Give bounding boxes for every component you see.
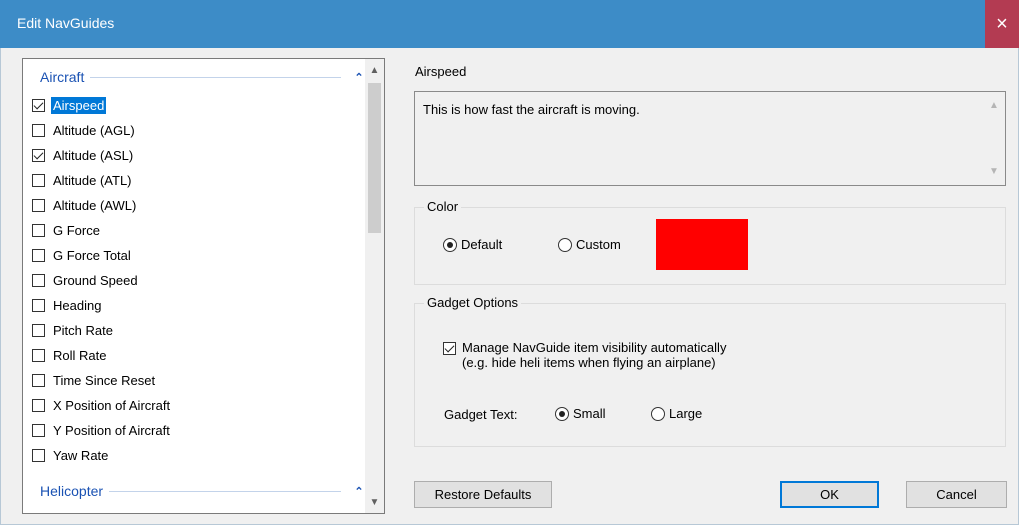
title-bar: Edit NavGuides × — [0, 0, 1019, 48]
manage-visibility-label: Manage NavGuide item visibility automati… — [462, 340, 726, 370]
radio-label: Small — [573, 406, 606, 421]
list-item-label: Altitude (AGL) — [53, 123, 135, 138]
item-title: Airspeed — [415, 64, 467, 79]
color-custom-radio[interactable]: Custom — [558, 237, 621, 252]
list-scrollbar[interactable]: ▲ ▼ — [365, 59, 384, 513]
manage-visibility-checkbox[interactable]: Manage NavGuide item visibility automati… — [443, 340, 726, 370]
color-legend: Color — [424, 199, 462, 214]
list-item[interactable]: Pitch Rate — [32, 318, 172, 343]
navguide-list[interactable]: Aircraft ⌃ Airspeed Altitude (AGL) Altitud… — [22, 58, 385, 514]
group-title: Aircraft — [40, 69, 85, 85]
radio-label: Large — [669, 406, 703, 421]
cancel-button[interactable]: Cancel — [906, 481, 1007, 508]
list-item[interactable]: Yaw Rate — [32, 443, 172, 468]
checkbox[interactable] — [443, 342, 456, 355]
close-icon: × — [996, 12, 1008, 35]
manage-visibility-line2: (e.g. hide heli items when flying an air… — [462, 355, 716, 370]
description-scrollbar[interactable]: ▲ ▼ — [986, 94, 1003, 183]
list-item[interactable]: Ground Speed — [32, 268, 172, 293]
list-item-label: X Position of Aircraft — [53, 398, 171, 413]
gadget-text-label: Gadget Text: — [444, 407, 518, 422]
list-item[interactable]: G Force Total — [32, 243, 172, 268]
list-item[interactable]: Time Since Reset — [32, 368, 172, 393]
gadget-options-group — [414, 303, 1006, 447]
list-item-label: Altitude (AWL) — [53, 198, 137, 213]
scroll-down-icon[interactable]: ▼ — [365, 493, 384, 511]
item-list: Airspeed Altitude (AGL) Altitude (ASL) Alti… — [32, 93, 172, 468]
list-item-label: Pitch Rate — [53, 323, 113, 338]
checkbox[interactable] — [32, 99, 45, 112]
color-swatch[interactable] — [656, 219, 748, 270]
checkbox[interactable] — [32, 224, 45, 237]
list-item[interactable]: Altitude (AGL) — [32, 118, 172, 143]
radio-button[interactable] — [555, 406, 569, 421]
chevron-up-icon[interactable]: ⌃ — [353, 71, 365, 84]
gadget-options-legend: Gadget Options — [424, 295, 522, 310]
restore-defaults-button[interactable]: Restore Defaults — [414, 481, 552, 508]
list-item[interactable]: Airspeed — [32, 93, 172, 118]
list-item-label: Airspeed — [51, 97, 107, 114]
list-item[interactable]: Roll Rate — [32, 343, 172, 368]
list-item[interactable]: Altitude (ATL) — [32, 168, 172, 193]
list-item-label: G Force Total — [53, 248, 131, 263]
window-title: Edit NavGuides — [17, 15, 115, 31]
checkbox[interactable] — [32, 399, 45, 412]
list-item-label: Y Position of Aircraft — [53, 423, 170, 438]
checkbox[interactable] — [32, 149, 45, 162]
checkbox[interactable] — [32, 174, 45, 187]
group-divider — [90, 76, 341, 78]
close-button[interactable]: × — [985, 0, 1019, 48]
checkbox[interactable] — [32, 324, 45, 337]
description-box[interactable]: This is how fast the aircraft is moving.… — [414, 91, 1006, 186]
list-item-label: Yaw Rate — [53, 448, 109, 463]
list-item-label: Heading — [53, 298, 102, 313]
checkbox[interactable] — [32, 124, 45, 137]
list-item[interactable]: Heading — [32, 293, 172, 318]
ok-button[interactable]: OK — [780, 481, 879, 508]
description-text: This is how fast the aircraft is moving. — [423, 102, 640, 117]
list-item[interactable]: Altitude (AWL) — [32, 193, 172, 218]
list-item-label: G Force — [53, 223, 100, 238]
chevron-up-icon[interactable]: ⌃ — [353, 485, 365, 498]
group-header-helicopter[interactable]: Helicopter ⌃ — [40, 481, 365, 501]
checkbox[interactable] — [32, 449, 45, 462]
radio-button[interactable] — [443, 237, 457, 252]
list-item-label: Time Since Reset — [53, 373, 156, 388]
scroll-thumb[interactable] — [368, 83, 381, 233]
list-item[interactable]: G Force — [32, 218, 172, 243]
list-item[interactable]: X Position of Aircraft — [32, 393, 172, 418]
radio-button[interactable] — [651, 406, 665, 421]
scroll-down-icon[interactable]: ▼ — [989, 166, 999, 177]
checkbox[interactable] — [32, 349, 45, 362]
list-item[interactable]: Y Position of Aircraft — [32, 418, 172, 443]
radio-button[interactable] — [558, 237, 572, 252]
list-item-label: Altitude (ATL) — [53, 173, 132, 188]
checkbox[interactable] — [32, 249, 45, 262]
checkbox[interactable] — [32, 424, 45, 437]
checkbox[interactable] — [32, 299, 45, 312]
checkbox[interactable] — [32, 274, 45, 287]
list-item-label: Ground Speed — [53, 273, 138, 288]
checkbox[interactable] — [32, 374, 45, 387]
gadget-large-radio[interactable]: Large — [651, 406, 702, 421]
group-title: Helicopter — [40, 483, 104, 499]
group-header-aircraft[interactable]: Aircraft ⌃ — [40, 67, 365, 87]
list-item-label: Roll Rate — [53, 348, 107, 363]
group-divider — [109, 490, 341, 492]
list-item-label: Altitude (ASL) — [53, 148, 134, 163]
radio-label: Default — [461, 237, 503, 252]
manage-visibility-line1: Manage NavGuide item visibility automati… — [462, 340, 727, 355]
scroll-up-icon[interactable]: ▲ — [365, 61, 384, 79]
radio-label: Custom — [576, 237, 621, 252]
color-default-radio[interactable]: Default — [443, 237, 502, 252]
list-item[interactable]: Altitude (ASL) — [32, 143, 172, 168]
checkbox[interactable] — [32, 199, 45, 212]
scroll-up-icon[interactable]: ▲ — [989, 100, 999, 111]
gadget-small-radio[interactable]: Small — [555, 406, 606, 421]
